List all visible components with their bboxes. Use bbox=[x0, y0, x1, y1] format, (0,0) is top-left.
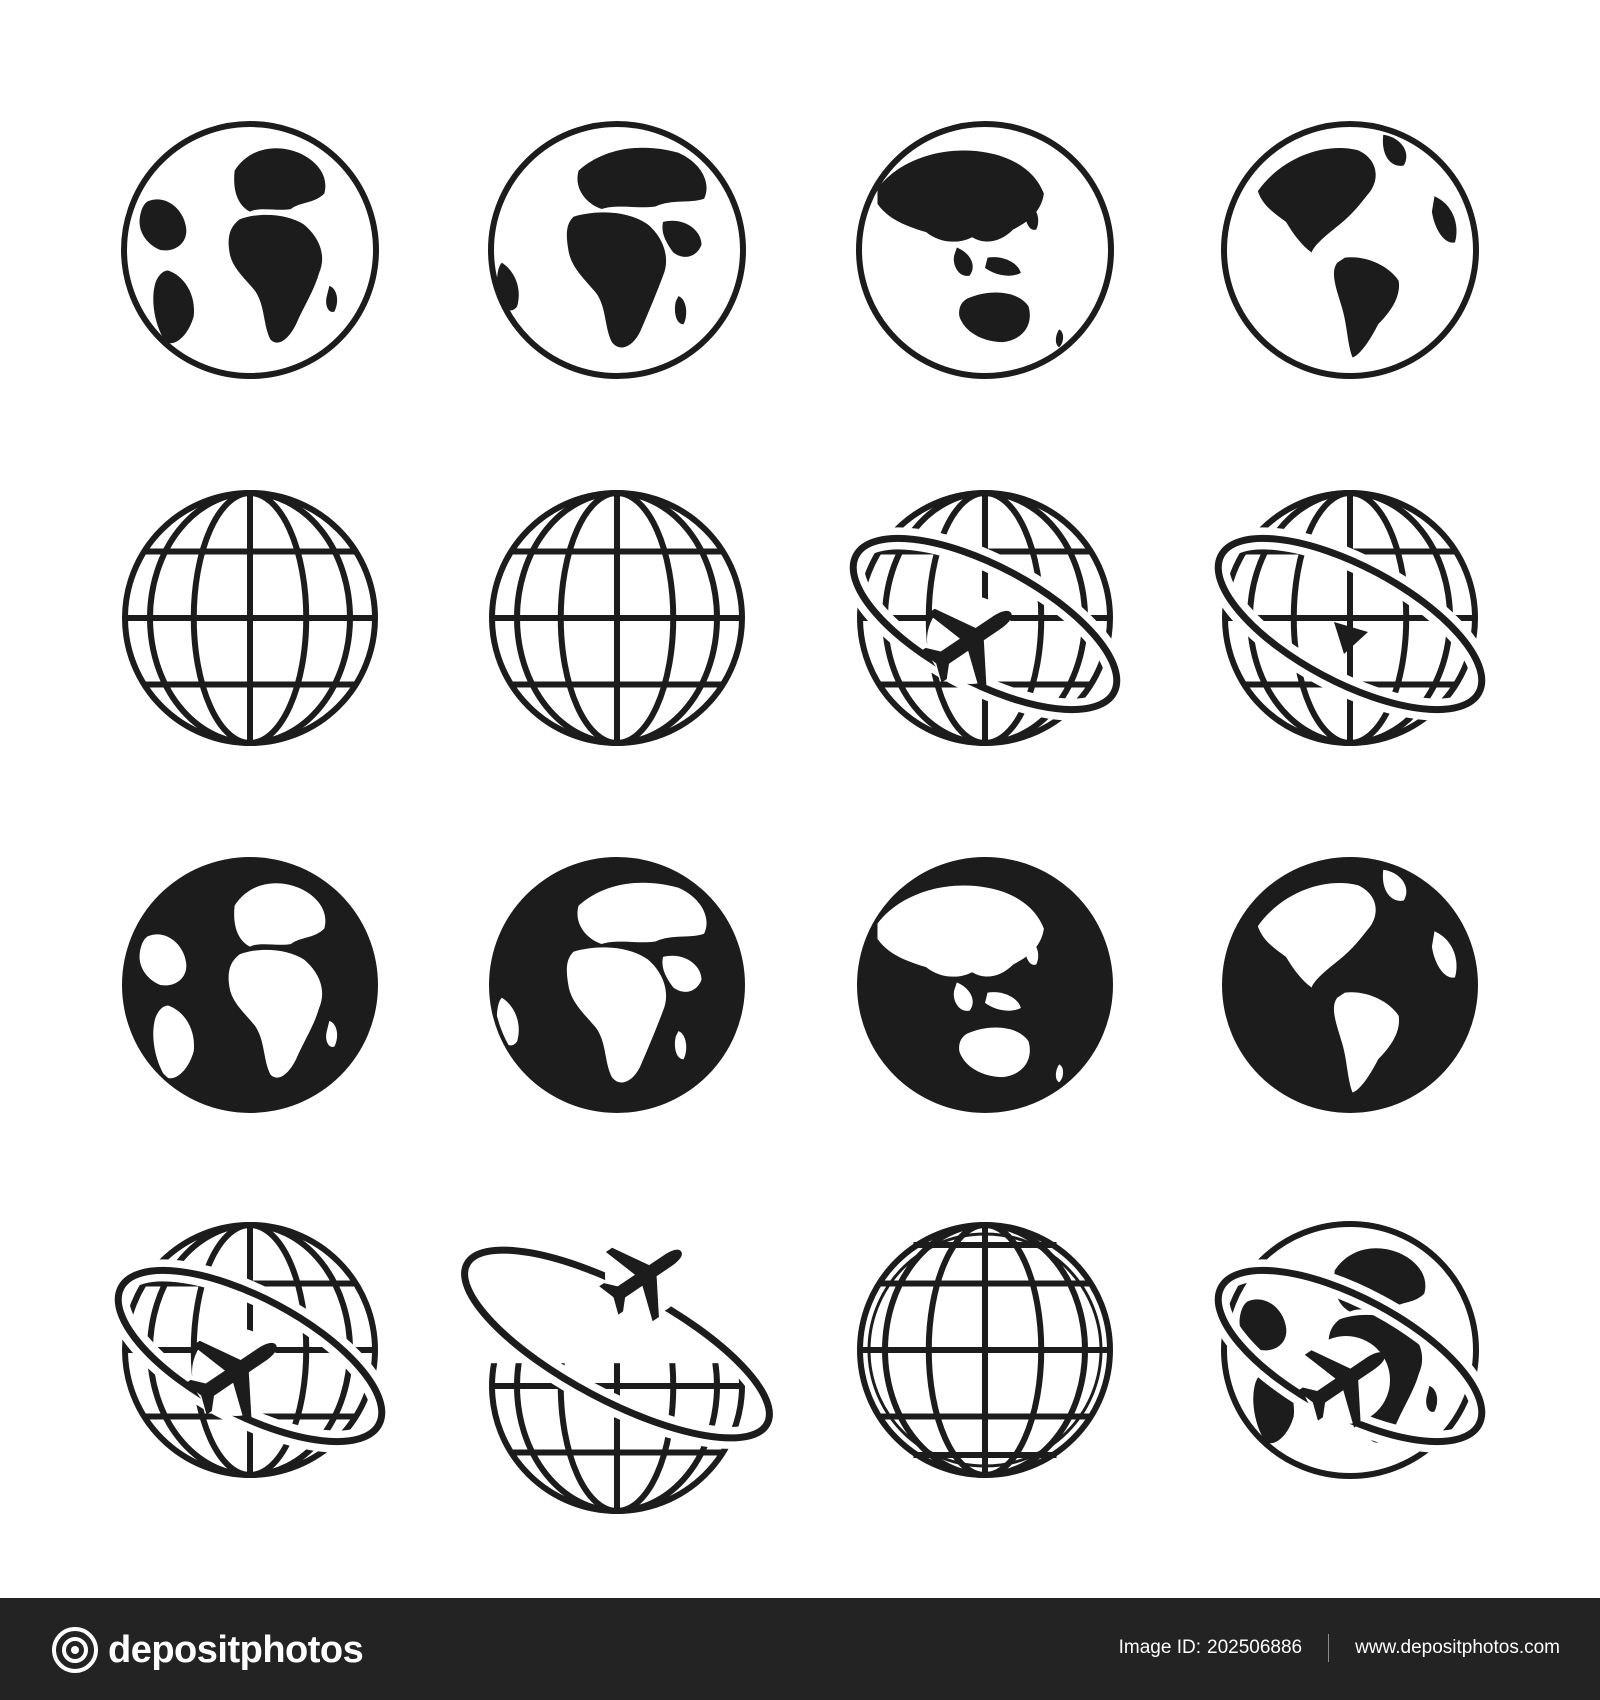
globe-icon-globe-map-airplane-orbit bbox=[1207, 1221, 1493, 1479]
globe-icon-wireframe-globe bbox=[122, 490, 378, 746]
globe-icon-globe-solid-americas bbox=[1222, 857, 1478, 1113]
globe-icon-globe-outline-africa-arabia bbox=[488, 121, 746, 379]
brand-logo: depositphotos bbox=[52, 1622, 364, 1678]
globe-icon-globe-outline-europe-africa bbox=[121, 121, 379, 379]
globe-icon-globe-solid-europe-africa bbox=[122, 857, 378, 1113]
image-id-value: 202506886 bbox=[1207, 1637, 1303, 1658]
image-meta: Image ID: 202506886 www.depositphotos.co… bbox=[1119, 1634, 1560, 1662]
brand-name: depositphotos bbox=[108, 1628, 364, 1671]
globe-icon-wireframe-globe bbox=[489, 490, 745, 746]
globe-icon-globe-solid-africa-arabia bbox=[489, 857, 745, 1113]
icon-set-canvas bbox=[0, 0, 1600, 1590]
globe-icon-globe-outline-americas bbox=[1221, 121, 1479, 379]
globe-icon-wireframe-globe-tilted-orbit-airplane bbox=[453, 1236, 781, 1514]
globe-icon-grid bbox=[107, 121, 1493, 1514]
image-id-label: Image ID: bbox=[1118, 1637, 1201, 1658]
globe-icon-globe-solid-asia-australia bbox=[857, 857, 1113, 1113]
camera-aperture-icon bbox=[52, 1627, 98, 1673]
footer-bar: depositphotos Image ID: 202506886 www.de… bbox=[0, 1598, 1600, 1700]
site-url-link[interactable]: www.depositphotos.com bbox=[1355, 1637, 1560, 1659]
globe-icon-wireframe-globe-outline bbox=[857, 1222, 1113, 1478]
globe-icon-wireframe-globe-airplane-orbit bbox=[842, 490, 1128, 746]
globe-icon-wireframe-globe-arrow-orbit bbox=[1207, 490, 1493, 746]
globe-icon-globe-outline-asia-australia bbox=[856, 121, 1114, 379]
globe-icon-wireframe-globe-airplane-orbit bbox=[107, 1222, 393, 1478]
meta-divider bbox=[1328, 1634, 1330, 1662]
